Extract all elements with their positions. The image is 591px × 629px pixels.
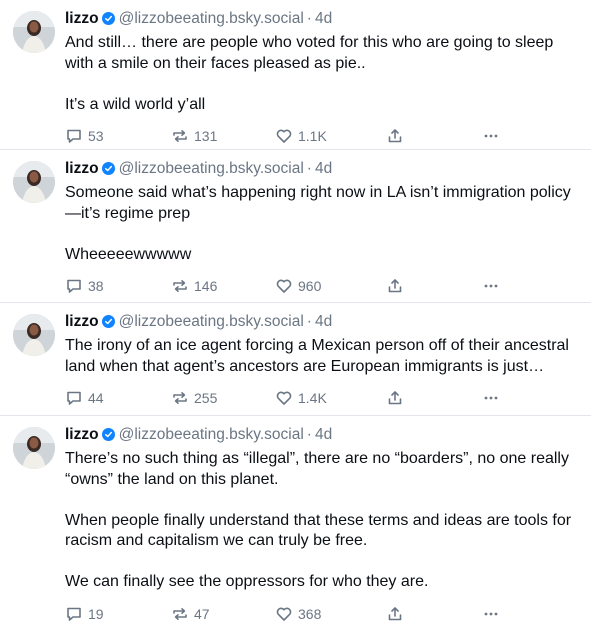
reply-count: 53 xyxy=(88,128,104,144)
like-button[interactable]: 1.1K xyxy=(275,127,386,145)
author-handle[interactable]: @lizzobeeating.bsky.social xyxy=(119,160,304,177)
ellipsis-icon xyxy=(482,127,500,145)
repost-count: 146 xyxy=(194,278,218,294)
repost-button[interactable]: 146 xyxy=(171,277,275,295)
reply-count: 38 xyxy=(88,278,104,294)
repost-arrows-icon xyxy=(171,605,189,623)
separator: · xyxy=(306,313,312,330)
post-time[interactable]: 4d xyxy=(315,313,332,330)
more-options-button[interactable] xyxy=(482,127,512,145)
like-button[interactable]: 368 xyxy=(275,605,386,623)
avatar[interactable] xyxy=(13,11,55,53)
heart-icon xyxy=(275,277,293,295)
reply-button[interactable]: 44 xyxy=(65,389,171,407)
post-text: There’s no such thing as “illegal”, ther… xyxy=(65,450,572,590)
reply-count: 19 xyxy=(88,605,104,622)
author-name[interactable]: lizzo xyxy=(65,160,99,177)
post-text: The irony of an ice agent forcing a Mexi… xyxy=(65,337,574,375)
post-time[interactable]: 4d xyxy=(315,10,332,27)
avatar[interactable] xyxy=(13,314,55,356)
verified-badge-icon xyxy=(101,428,115,446)
author-handle[interactable]: @lizzobeeating.bsky.social xyxy=(119,10,304,27)
like-button[interactable]: 1.4K xyxy=(275,389,386,407)
post-text: Someone said what’s happening right now … xyxy=(65,184,571,263)
author-name[interactable]: lizzo xyxy=(65,313,99,330)
repost-count: 255 xyxy=(194,390,218,406)
post-item[interactable]: lizzo @lizzobeeating.bsky.social · 4d Someo… xyxy=(0,150,591,303)
share-arrow-icon xyxy=(386,277,404,295)
avatar[interactable] xyxy=(13,161,55,203)
speech-bubble-icon xyxy=(65,127,83,145)
post-time[interactable]: 4d xyxy=(315,426,332,443)
repost-count: 131 xyxy=(194,128,218,144)
repost-button[interactable]: 255 xyxy=(171,389,275,407)
repost-button[interactable]: 47 xyxy=(171,605,275,623)
heart-icon xyxy=(275,127,293,145)
verified-badge-icon xyxy=(101,315,115,333)
ellipsis-icon xyxy=(482,605,500,623)
like-button[interactable]: 960 xyxy=(275,277,386,295)
reply-button[interactable]: 19 xyxy=(65,605,171,623)
repost-arrows-icon xyxy=(171,127,189,145)
share-arrow-icon xyxy=(386,605,404,623)
speech-bubble-icon xyxy=(65,389,83,407)
more-options-button[interactable] xyxy=(482,605,512,623)
ellipsis-icon xyxy=(482,389,500,407)
heart-icon xyxy=(275,389,293,407)
author-handle[interactable]: @lizzobeeating.bsky.social xyxy=(119,426,304,443)
share-button[interactable] xyxy=(386,127,482,145)
heart-icon xyxy=(275,605,293,623)
share-button[interactable] xyxy=(386,605,482,623)
author-handle[interactable]: @lizzobeeating.bsky.social xyxy=(119,313,304,330)
like-count: 960 xyxy=(298,278,322,294)
share-button[interactable] xyxy=(386,277,482,295)
author-name[interactable]: lizzo xyxy=(65,10,99,27)
author-name[interactable]: lizzo xyxy=(65,426,99,443)
share-arrow-icon xyxy=(386,389,404,407)
like-count: 368 xyxy=(298,605,322,622)
repost-arrows-icon xyxy=(171,389,189,407)
verified-badge-icon xyxy=(101,162,115,180)
post-time[interactable]: 4d xyxy=(315,160,332,177)
more-options-button[interactable] xyxy=(482,277,512,295)
post-actions: 19 47 368 xyxy=(65,599,577,629)
verified-badge-icon xyxy=(101,12,115,30)
reply-count: 44 xyxy=(88,390,104,406)
ellipsis-icon xyxy=(482,277,500,295)
share-arrow-icon xyxy=(386,127,404,145)
more-options-button[interactable] xyxy=(482,389,512,407)
separator: · xyxy=(306,160,312,177)
post-actions: 44 255 1.4K xyxy=(65,383,577,413)
repost-button[interactable]: 131 xyxy=(171,127,275,145)
reply-button[interactable]: 53 xyxy=(65,127,171,145)
repost-count: 47 xyxy=(194,605,210,622)
post-item[interactable]: lizzo @lizzobeeating.bsky.social · 4d There… xyxy=(0,416,591,628)
separator: · xyxy=(306,426,312,443)
speech-bubble-icon xyxy=(65,605,83,623)
repost-arrows-icon xyxy=(171,277,189,295)
post-actions: 53 131 1.1K xyxy=(65,121,577,151)
post-item[interactable]: lizzo @lizzobeeating.bsky.social · 4d And s… xyxy=(0,0,591,150)
separator: · xyxy=(306,10,312,27)
like-count: 1.4K xyxy=(298,390,327,406)
speech-bubble-icon xyxy=(65,277,83,295)
post-item[interactable]: lizzo @lizzobeeating.bsky.social · 4d The i… xyxy=(0,303,591,416)
post-text: And still… there are people who voted fo… xyxy=(65,34,554,113)
post-actions: 38 146 960 xyxy=(65,271,577,301)
reply-button[interactable]: 38 xyxy=(65,277,171,295)
avatar[interactable] xyxy=(13,427,55,469)
share-button[interactable] xyxy=(386,389,482,407)
like-count: 1.1K xyxy=(298,128,327,144)
post-feed: lizzo @lizzobeeating.bsky.social · 4d And s… xyxy=(0,0,591,628)
